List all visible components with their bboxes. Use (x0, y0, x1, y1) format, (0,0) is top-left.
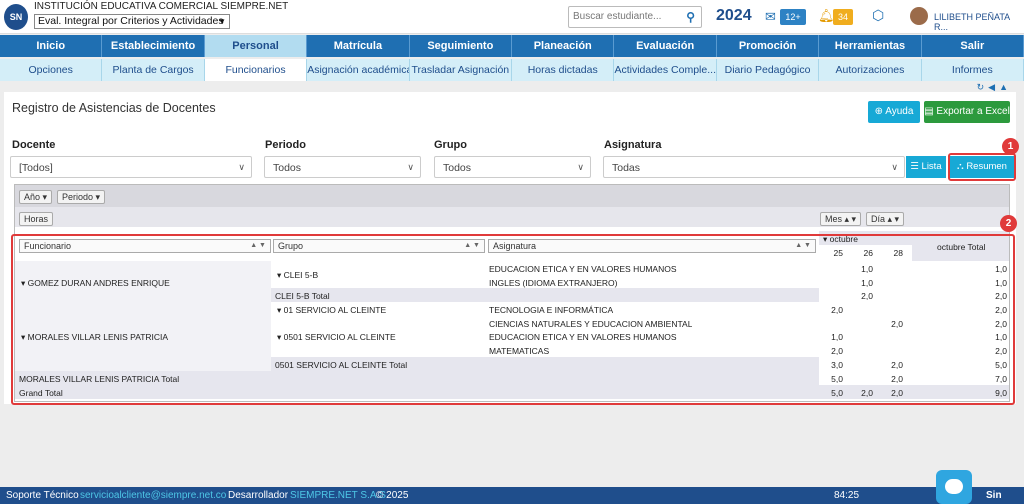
subnav-diario-pedagogico[interactable]: Diario Pedagógico (717, 59, 820, 81)
notification-badge: 34 (833, 9, 853, 25)
top-header: SN INSTITUCIÓN EDUCATIVA COMERCIAL SIEMP… (0, 0, 1024, 34)
chip-mes[interactable]: Mes ▴ ▾ (820, 212, 862, 226)
subnav-funcionarios[interactable]: Funcionarios (204, 59, 308, 81)
asignatura-label: Asignatura (604, 139, 662, 151)
student-search-input[interactable]: Buscar estudiante... ⚲ (568, 6, 702, 28)
nav-inicio[interactable]: Inicio (0, 35, 103, 57)
periodo-select[interactable]: Todos ∨ (264, 156, 421, 178)
panel-tools: ↻◀▲ (977, 82, 1012, 93)
support-label: Soporte Técnico (6, 490, 79, 501)
subnav-asignacion-academica[interactable]: Asignación académica (307, 59, 410, 81)
support-email-link[interactable]: servicioalcliente@siempre.net.co (80, 487, 226, 504)
copyright: © 2025 (376, 490, 409, 501)
nav-personal[interactable]: Personal (204, 35, 308, 57)
callout-box-2 (11, 234, 1015, 405)
export-excel-button[interactable]: ▤ Exportar a Excel (924, 101, 1010, 123)
avatar[interactable] (910, 7, 928, 25)
chevron-down-icon: ∨ (238, 162, 245, 172)
chip-horas[interactable]: Horas (19, 212, 54, 226)
nav-promocion[interactable]: Promoción (717, 35, 820, 57)
search-icon[interactable]: ⚲ (686, 10, 695, 24)
footer: Soporte Técnico servicioalcliente@siempr… (0, 487, 1024, 504)
school-year[interactable]: 2024 (716, 7, 752, 25)
subnav-trasladar-asignacion[interactable]: Trasladar Asignación (410, 59, 513, 81)
nav-evaluacion[interactable]: Evaluación (614, 35, 717, 57)
chevron-down-icon: ∨ (577, 162, 584, 172)
mail-icon[interactable]: ✉ (765, 9, 776, 25)
chip-dia[interactable]: Día ▴ ▾ (866, 212, 905, 226)
chevron-down-icon: ∨ (407, 162, 414, 172)
subnav-opciones[interactable]: Opciones (0, 59, 103, 81)
institution-name: INSTITUCIÓN EDUCATIVA COMERCIAL SIEMPRE.… (34, 1, 289, 12)
subnav-informes[interactable]: Informes (922, 59, 1024, 81)
refresh-icon[interactable]: ↻ (977, 82, 989, 92)
session-timer: 84:25 (834, 490, 860, 501)
subnav-actividades[interactable]: Actividades Comple... ▾ (614, 59, 717, 81)
subnav-planta-cargos[interactable]: Planta de Cargos (102, 59, 205, 81)
nav-matricula[interactable]: Matrícula (307, 35, 410, 57)
evaluation-select[interactable]: Eval. Integral por Criterios y Actividad… (34, 14, 230, 29)
periodo-label: Periodo (265, 139, 306, 151)
callout-badge-1: 1 (1002, 138, 1019, 155)
nav-establecimiento[interactable]: Establecimiento (102, 35, 205, 57)
up-icon[interactable]: ▲ (999, 82, 1012, 92)
docente-label: Docente (12, 139, 56, 151)
nav-seguimiento[interactable]: Seguimiento (410, 35, 513, 57)
subnav-autorizaciones[interactable]: Autorizaciones (819, 59, 922, 81)
mail-badge: 12+ (780, 9, 806, 25)
nav-planeacion[interactable]: Planeación (512, 35, 615, 57)
sub-nav: Opciones Planta de Cargos Funcionarios A… (0, 59, 1024, 81)
grupo-label: Grupo (434, 139, 467, 151)
asignatura-select[interactable]: Todas ∨ (603, 156, 905, 178)
main-nav: Inicio Establecimiento Personal Matrícul… (0, 35, 1024, 57)
grupo-select[interactable]: Todos ∨ (434, 156, 591, 178)
nav-herramientas[interactable]: Herramientas (819, 35, 922, 57)
developer-link[interactable]: SIEMPRE.NET S.A.S (290, 487, 386, 504)
institution-logo: SN (4, 4, 28, 30)
user-name[interactable]: LILIBETH PEÑATA R... (934, 12, 1024, 32)
docente-select[interactable]: [Todos] ∨ (10, 156, 252, 178)
chevron-down-icon: ∨ (891, 162, 898, 172)
chip-periodo[interactable]: Periodo ▾ (57, 190, 106, 204)
back-icon[interactable]: ◀ (988, 82, 999, 92)
callout-box-1 (948, 153, 1016, 181)
page-title: Registro de Asistencias de Docentes (12, 101, 216, 115)
callout-badge-2: 2 (1000, 215, 1017, 232)
help-button[interactable]: ⊕ Ayuda (868, 101, 920, 123)
chat-widget-icon[interactable] (936, 470, 972, 504)
chip-ano[interactable]: Año ▾ (19, 190, 53, 204)
list-button[interactable]: ☰ Lista (906, 156, 946, 178)
nav-salir[interactable]: Salir (922, 35, 1024, 57)
subnav-horas-dictadas[interactable]: Horas dictadas (512, 59, 615, 81)
developer-label: Desarrollador (228, 490, 289, 501)
filter-area (15, 185, 1009, 207)
chevron-down-icon: ▼ (218, 17, 226, 26)
brand-mark: Sin (986, 490, 1002, 501)
cube-icon[interactable]: ⬡ (872, 7, 884, 24)
